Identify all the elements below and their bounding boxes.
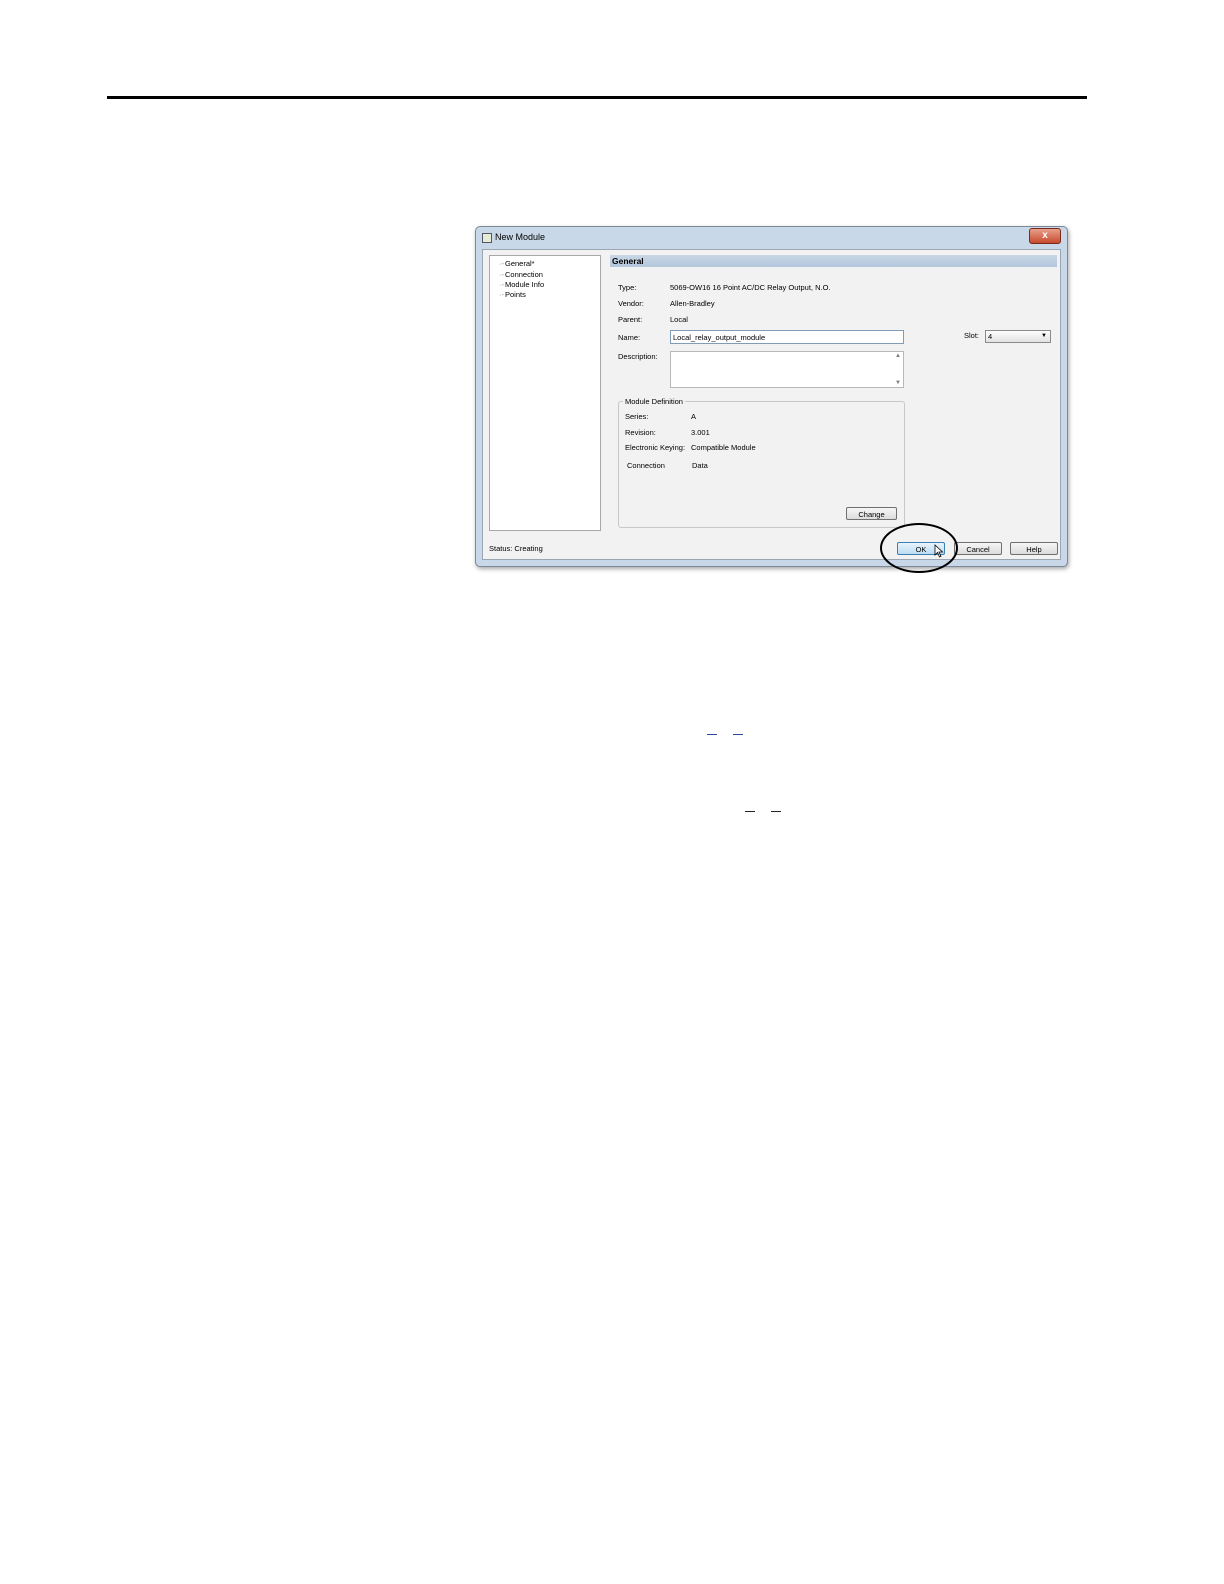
- revision-value: 3.001: [691, 428, 710, 437]
- new-module-dialog: New Module x ·-General* ·-Connection ·-M…: [475, 226, 1068, 567]
- app-icon: [482, 233, 492, 243]
- page-top-rule: [107, 96, 1087, 99]
- tree-item-connection[interactable]: ·-Connection: [499, 270, 543, 279]
- text-dash: [745, 811, 755, 812]
- description-scrollbar[interactable]: ▲ ▼: [893, 352, 903, 387]
- name-input[interactable]: [670, 330, 904, 344]
- tree-branch-icon: ·-: [499, 280, 504, 289]
- module-definition-group: Module Definition Series: A Revision: 3.…: [618, 397, 905, 528]
- ok-button-callout: [880, 523, 958, 573]
- section-header-general: General: [610, 255, 1057, 267]
- series-value: A: [691, 412, 697, 421]
- connection-label: Connection: [627, 461, 665, 470]
- tree-branch-icon: ·-: [499, 290, 504, 299]
- module-definition-legend: Module Definition: [623, 397, 685, 406]
- link-dash: [733, 734, 743, 735]
- tree-item-points[interactable]: ·-Points: [499, 290, 526, 299]
- name-label: Name:: [618, 333, 641, 342]
- type-value: 5069-OW16 16 Point AC/DC Relay Output, N…: [670, 283, 831, 292]
- parent-label: Parent:: [618, 315, 643, 324]
- parent-value: Local: [670, 315, 688, 324]
- link-dash: [707, 734, 717, 735]
- description-textarea[interactable]: ▲ ▼: [670, 351, 904, 388]
- vendor-value: Allen-Bradley: [670, 299, 715, 308]
- type-label: Type:: [618, 283, 637, 292]
- revision-label: Revision:: [625, 428, 656, 437]
- electronic-keying-value: Compatible Module: [691, 443, 756, 452]
- chevron-down-icon: ▼: [1041, 333, 1047, 339]
- text-dash: [771, 811, 781, 812]
- dialog-client-area: ·-General* ·-Connection ·-Module Info ·-…: [482, 249, 1061, 560]
- mouse-pointer-icon: [934, 544, 944, 558]
- slot-dropdown[interactable]: 4 ▼: [985, 330, 1051, 343]
- series-label: Series:: [625, 412, 649, 421]
- dialog-title: New Module: [495, 232, 546, 242]
- slot-selected-value: 4: [988, 332, 993, 341]
- electronic-keying-label: Electronic Keying:: [625, 443, 686, 452]
- tree-item-module-info[interactable]: ·-Module Info: [499, 280, 544, 289]
- title-bar[interactable]: New Module x: [476, 227, 1067, 247]
- tree-item-general[interactable]: ·-General*: [499, 259, 535, 268]
- category-tree: ·-General* ·-Connection ·-Module Info ·-…: [489, 255, 601, 531]
- tree-branch-icon: ·-: [499, 270, 504, 279]
- help-button[interactable]: Help: [1010, 542, 1058, 555]
- close-button[interactable]: x: [1029, 228, 1061, 244]
- change-button[interactable]: Change: [846, 507, 897, 520]
- scroll-down-icon[interactable]: ▼: [895, 380, 901, 386]
- cancel-button[interactable]: Cancel: [954, 542, 1002, 555]
- slot-label: Slot:: [964, 331, 980, 340]
- description-label: Description:: [618, 352, 658, 361]
- tree-branch-icon: ·-: [499, 259, 504, 268]
- status-text: Status: Creating: [489, 544, 543, 553]
- scroll-up-icon[interactable]: ▲: [895, 353, 901, 359]
- connection-value: Data: [692, 461, 708, 470]
- vendor-label: Vendor:: [618, 299, 644, 308]
